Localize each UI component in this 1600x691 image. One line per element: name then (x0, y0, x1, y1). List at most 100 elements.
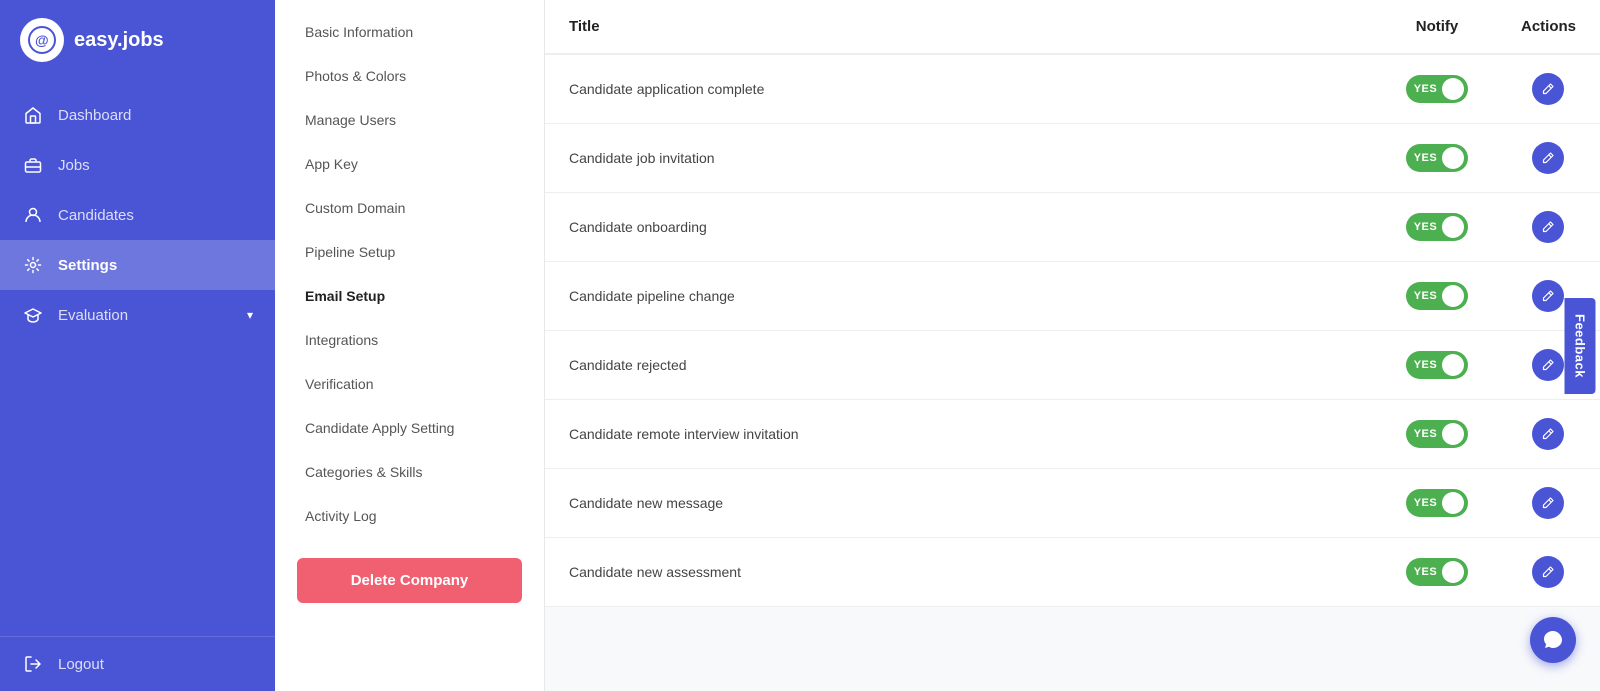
sidebar-item-dashboard[interactable]: Dashboard (0, 90, 275, 140)
row-notify-0: YES (1377, 54, 1497, 124)
main-content: Title Notify Actions Candidate applicati… (545, 0, 1600, 691)
table-row: Candidate pipeline change YES (545, 262, 1600, 331)
submenu-item-categories-skills[interactable]: Categories & Skills (275, 450, 544, 494)
logout-label: Logout (58, 656, 104, 673)
row-title-3: Candidate pipeline change (545, 262, 1377, 331)
edit-button-2[interactable] (1532, 211, 1564, 243)
notify-toggle-7[interactable]: YES (1406, 558, 1469, 586)
submenu-item-photos-colors[interactable]: Photos & Colors (275, 54, 544, 98)
row-notify-7: YES (1377, 538, 1497, 607)
notify-toggle-2[interactable]: YES (1406, 213, 1469, 241)
row-actions-0 (1497, 54, 1600, 124)
submenu-item-custom-domain[interactable]: Custom Domain (275, 186, 544, 230)
brand-logo: @ easy.jobs (0, 0, 275, 80)
toggle-knob-7 (1442, 561, 1464, 583)
row-actions-5 (1497, 400, 1600, 469)
toggle-knob-1 (1442, 147, 1464, 169)
submenu-item-activity-log[interactable]: Activity Log (275, 494, 544, 538)
notify-toggle-0[interactable]: YES (1406, 75, 1469, 103)
notify-toggle-6[interactable]: YES (1406, 489, 1469, 517)
toggle-knob-5 (1442, 423, 1464, 445)
toggle-yes-label-7: YES (1414, 566, 1438, 578)
delete-company-wrap: Delete Company (275, 538, 544, 623)
submenu-item-pipeline-setup[interactable]: Pipeline Setup (275, 230, 544, 274)
edit-button-4[interactable] (1532, 349, 1564, 381)
submenu-item-basic-info[interactable]: Basic Information (275, 10, 544, 54)
sidebar-label-jobs: Jobs (58, 157, 253, 174)
sidebar-item-jobs[interactable]: Jobs (0, 140, 275, 190)
table-row: Candidate new assessment YES (545, 538, 1600, 607)
toggle-yes-label-0: YES (1414, 83, 1438, 95)
toggle-yes-label-4: YES (1414, 359, 1438, 371)
table-row: Candidate remote interview invitation YE… (545, 400, 1600, 469)
user-icon (22, 204, 44, 226)
edit-button-5[interactable] (1532, 418, 1564, 450)
header-notify: Notify (1377, 0, 1497, 54)
notify-toggle-3[interactable]: YES (1406, 282, 1469, 310)
table-row: Candidate new message YES (545, 469, 1600, 538)
edit-button-7[interactable] (1532, 556, 1564, 588)
row-notify-3: YES (1377, 262, 1497, 331)
briefcase-icon (22, 154, 44, 176)
logout-item[interactable]: Logout (0, 636, 275, 691)
header-actions: Actions (1497, 0, 1600, 54)
toggle-yes-label-1: YES (1414, 152, 1438, 164)
row-title-7: Candidate new assessment (545, 538, 1377, 607)
notify-toggle-5[interactable]: YES (1406, 420, 1469, 448)
toggle-yes-label-2: YES (1414, 221, 1438, 233)
row-title-6: Candidate new message (545, 469, 1377, 538)
chat-bubble-button[interactable] (1530, 617, 1576, 663)
notify-toggle-4[interactable]: YES (1406, 351, 1469, 379)
row-actions-1 (1497, 124, 1600, 193)
submenu-item-integrations[interactable]: Integrations (275, 318, 544, 362)
row-actions-2 (1497, 193, 1600, 262)
table-row: Candidate job invitation YES (545, 124, 1600, 193)
notify-toggle-1[interactable]: YES (1406, 144, 1469, 172)
logo-icon: @ (20, 18, 64, 62)
submenu-item-candidate-apply[interactable]: Candidate Apply Setting (275, 406, 544, 450)
toggle-yes-label-6: YES (1414, 497, 1438, 509)
row-actions-7 (1497, 538, 1600, 607)
delete-company-button[interactable]: Delete Company (297, 558, 522, 603)
row-actions-6 (1497, 469, 1600, 538)
toggle-knob-0 (1442, 78, 1464, 100)
gear-icon (22, 254, 44, 276)
sidebar-item-evaluation[interactable]: Evaluation ▾ (0, 290, 275, 340)
sidebar-label-candidates: Candidates (58, 207, 253, 224)
row-notify-5: YES (1377, 400, 1497, 469)
submenu-item-verification[interactable]: Verification (275, 362, 544, 406)
toggle-knob-4 (1442, 354, 1464, 376)
logout-icon (22, 653, 44, 675)
sidebar-item-settings[interactable]: Settings (0, 240, 275, 290)
submenu-item-email-setup[interactable]: Email Setup (275, 274, 544, 318)
submenu-panel: Basic Information Photos & Colors Manage… (275, 0, 545, 691)
toggle-knob-6 (1442, 492, 1464, 514)
edit-button-1[interactable] (1532, 142, 1564, 174)
edit-button-3[interactable] (1532, 280, 1564, 312)
row-notify-4: YES (1377, 331, 1497, 400)
row-title-1: Candidate job invitation (545, 124, 1377, 193)
edit-button-0[interactable] (1532, 73, 1564, 105)
feedback-tab[interactable]: Feedback (1565, 298, 1596, 394)
sidebar-item-candidates[interactable]: Candidates (0, 190, 275, 240)
row-notify-1: YES (1377, 124, 1497, 193)
header-title: Title (545, 0, 1377, 54)
submenu-item-app-key[interactable]: App Key (275, 142, 544, 186)
brand-name: easy.jobs (74, 29, 164, 52)
chevron-down-icon: ▾ (247, 308, 253, 322)
toggle-yes-label-3: YES (1414, 290, 1438, 302)
graduation-icon (22, 304, 44, 326)
toggle-knob-2 (1442, 216, 1464, 238)
row-title-4: Candidate rejected (545, 331, 1377, 400)
table-row: Candidate application complete YES (545, 54, 1600, 124)
toggle-yes-label-5: YES (1414, 428, 1438, 440)
submenu-item-manage-users[interactable]: Manage Users (275, 98, 544, 142)
table-row: Candidate rejected YES (545, 331, 1600, 400)
row-title-2: Candidate onboarding (545, 193, 1377, 262)
table-header-row: Title Notify Actions (545, 0, 1600, 54)
sidebar-label-evaluation: Evaluation (58, 307, 233, 324)
svg-text:@: @ (35, 32, 49, 48)
edit-button-6[interactable] (1532, 487, 1564, 519)
row-title-0: Candidate application complete (545, 54, 1377, 124)
toggle-knob-3 (1442, 285, 1464, 307)
